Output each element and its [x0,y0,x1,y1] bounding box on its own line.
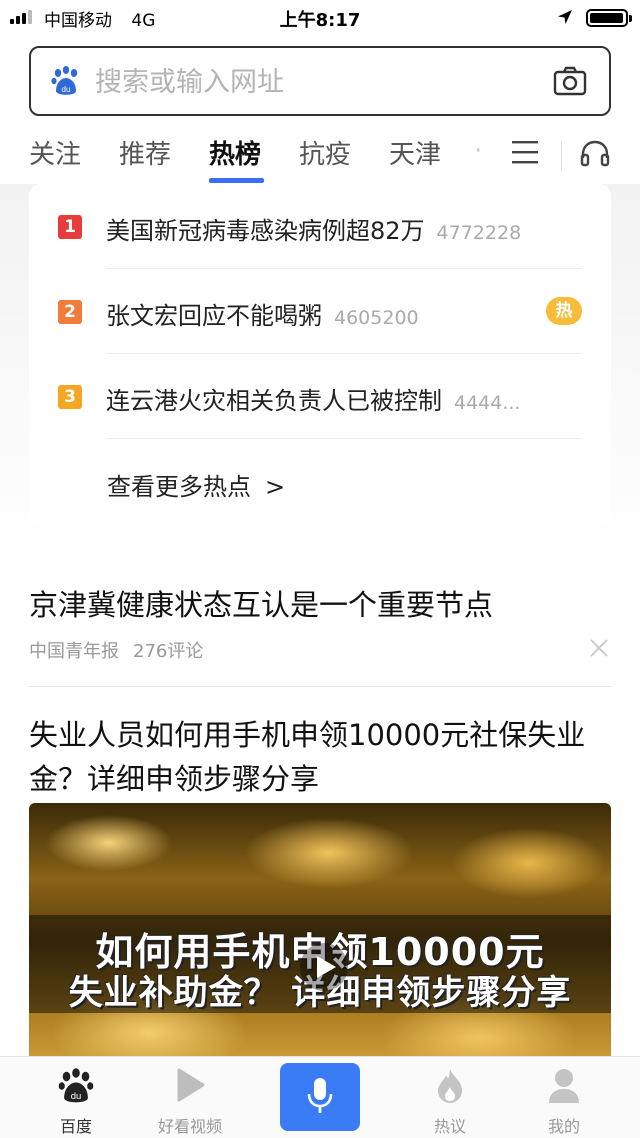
play-button[interactable] [300,943,348,991]
news-comments: 276评论 [133,641,204,662]
more-hot-topics-link[interactable]: 查看更多热点 > [107,467,285,502]
hot-list-item[interactable]: 1 美国新冠病毒感染病例超82万 4772228 [58,184,582,269]
hot-item-title: 连云港火灾相关负责人已被控制 4444... [106,381,520,416]
close-icon[interactable] [589,638,609,658]
hot-item-title-text: 张文宏回应不能喝粥 [106,302,322,330]
microphone-icon [307,1078,333,1113]
hot-item-count: 4444... [454,392,521,414]
baidu-paw-icon: du [58,1068,94,1103]
news-source: 中国青年报 [29,641,119,662]
play-icon [317,956,336,978]
bottom-nav: du 百度 好看视频 热议 我的 [0,1056,640,1138]
chevron-right-icon: > [265,473,286,501]
divider [29,686,611,687]
nav-item-baidu[interactable]: du 百度 [16,1057,136,1138]
svg-text:du: du [71,1091,82,1102]
search-input[interactable] [95,62,535,102]
baidu-paw-icon: du [51,66,78,95]
news-title[interactable]: 失业人员如何用手机申领10000元社保失业金？详细申领步骤分享 [29,713,614,801]
active-tab-indicator [209,178,264,183]
status-bar: 中国移动 4G 上午8:17 [0,0,640,36]
nav-label: 热议 [433,1117,466,1136]
tab-tianjin[interactable]: 天津 [389,134,441,171]
divider [106,438,582,439]
user-icon [549,1069,579,1103]
hot-item-title: 张文宏回应不能喝粥 4605200 [106,296,419,331]
nav-item-haokan-video[interactable]: 好看视频 [130,1057,250,1138]
rank-badge: 1 [58,215,82,239]
menu-icon[interactable] [510,138,540,166]
hot-item-title: 美国新冠病毒感染病例超82万 4772228 [106,211,521,246]
video-thumbnail[interactable]: 如何用手机申领10000元 失业补助金？ 详细申领步骤分享 [29,803,611,1056]
voice-search-button[interactable] [280,1063,360,1131]
nav-label: 好看视频 [157,1117,222,1136]
hot-list-item[interactable]: 2 张文宏回应不能喝粥 4605200 热 [58,269,582,354]
hot-tag-badge: 热 [546,297,582,325]
news-title[interactable]: 京津冀健康状态互认是一个重要节点 [29,582,611,624]
hot-item-title-text: 美国新冠病毒感染病例超82万 [106,217,425,245]
flame-icon [438,1069,462,1103]
tab-recommend[interactable]: 推荐 [119,134,171,171]
hot-item-count: 4772228 [436,222,522,244]
tab-separator [561,142,562,170]
nav-item-discussion[interactable]: 热议 [390,1057,510,1138]
hot-item-count: 4605200 [334,307,419,329]
nav-label: 百度 [59,1117,92,1136]
tab-hot-list[interactable]: 热榜 [209,134,261,171]
nav-item-me[interactable]: 我的 [504,1057,624,1138]
battery-icon [586,9,632,27]
tab-follow[interactable]: 关注 [29,134,81,171]
more-hot-topics-label: 查看更多热点 [107,473,251,501]
news-meta: 中国青年报 276评论 [29,637,203,663]
channel-tabs: 关注 推荐 热榜 抗疫 天津 · [0,126,640,184]
play-icon [177,1068,205,1102]
location-arrow-icon [558,10,572,24]
rank-badge: 3 [58,385,82,409]
rank-badge: 2 [58,300,82,324]
hot-list-item[interactable]: 3 连云港火灾相关负责人已被控制 4444... [58,354,582,439]
headphones-icon[interactable] [579,138,611,168]
hot-item-title-text: 连云港火灾相关负责人已被控制 [106,387,442,415]
status-time: 上午8:17 [279,10,361,31]
tab-anti-epidemic[interactable]: 抗疫 [299,134,351,171]
camera-icon[interactable] [553,65,587,97]
tab-more-faded: · [474,136,483,166]
search-box[interactable]: du [29,46,611,116]
nav-label: 我的 [547,1117,580,1136]
svg-text:du: du [62,85,71,94]
